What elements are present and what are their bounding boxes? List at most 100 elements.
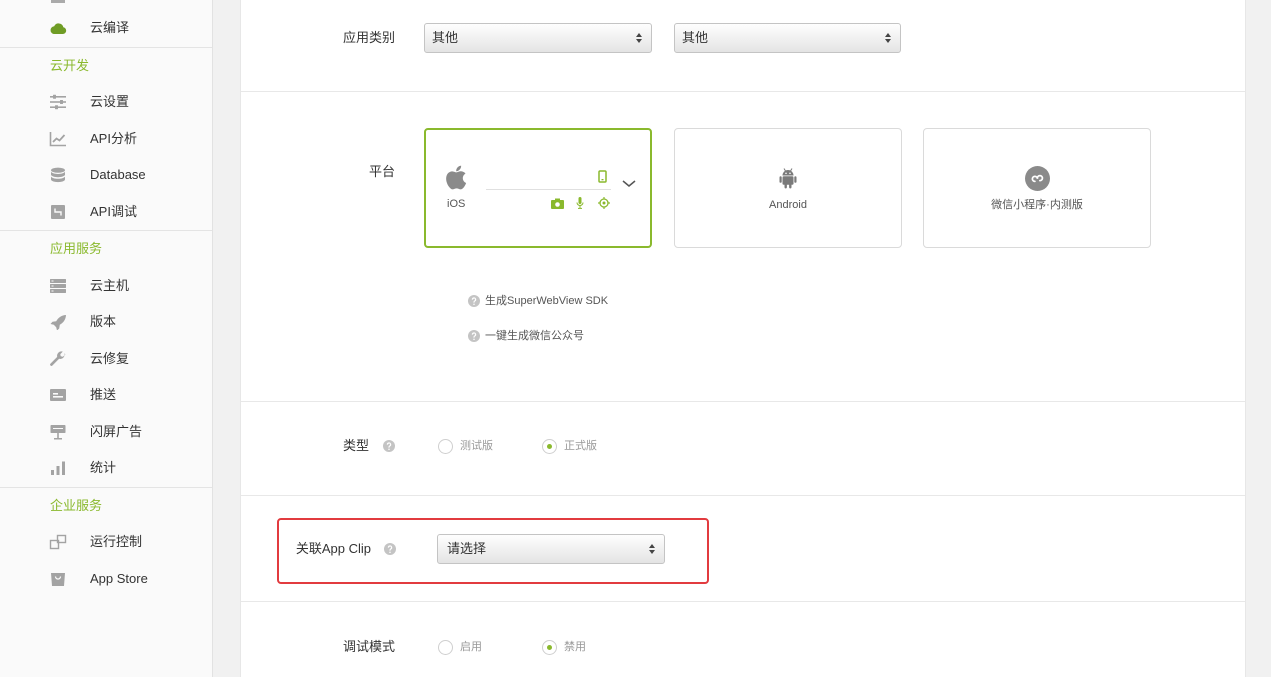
sidebar-item-label: API分析 — [90, 130, 137, 146]
phone-icon[interactable] — [598, 170, 607, 183]
help-icon[interactable] — [468, 330, 480, 342]
sidebar-item-version[interactable]: 版本 — [0, 304, 212, 341]
radio-circle — [438, 640, 453, 655]
type-row: 类型 测试版 正式版 — [241, 402, 1245, 496]
camera-icon[interactable] — [551, 198, 564, 209]
location-icon[interactable] — [598, 197, 610, 209]
select-value: 其他 — [432, 30, 459, 45]
chevron-down-icon[interactable] — [622, 180, 636, 188]
app-category-label: 应用类别 — [342, 30, 395, 45]
debug-radio-disable[interactable]: 禁用 — [542, 638, 622, 656]
sidebar-item-cloud-settings[interactable]: 云设置 — [0, 84, 212, 121]
sidebar-section-title: 企业服务 — [50, 497, 103, 513]
help-icon[interactable] — [383, 440, 395, 452]
rocket-icon — [49, 314, 67, 331]
sidebar-item-push[interactable]: 推送 — [0, 377, 212, 414]
platform-card-ios[interactable]: iOS — [424, 128, 652, 248]
sidebar-section-enterprise: 企业服务 运行控制 App Store — [0, 486, 212, 598]
sidebar-item-cloud-fix[interactable]: 云修复 — [0, 341, 212, 378]
platform-card-android[interactable]: Android — [674, 128, 902, 248]
generate-wechat-account-link[interactable]: 一键生成微信公众号 — [468, 327, 668, 345]
type-radio-test[interactable]: 测试版 — [438, 437, 518, 455]
database-icon — [49, 167, 67, 183]
platform-card-name: iOS — [447, 198, 466, 210]
android-icon — [778, 166, 798, 190]
sidebar-top-partial — [0, 0, 212, 10]
main-panel: 应用类别 其他 其他 平台 iOS Android 微信小程序·内测版 生成Su… — [240, 0, 1246, 677]
app-category-row: 应用类别 其他 其他 — [241, 0, 1245, 92]
bar-chart-icon — [49, 460, 67, 476]
help-icon[interactable] — [384, 543, 396, 555]
app-category-select-secondary[interactable]: 其他 — [674, 23, 901, 53]
sidebar-section-app-services: 应用服务 云主机 版本 云修复 推送 闪屏广告 统计 — [0, 230, 212, 487]
card-divider — [486, 189, 611, 190]
link-text: 生成SuperWebView SDK — [485, 295, 609, 307]
select-value: 请选择 — [447, 541, 487, 556]
select-value: 其他 — [682, 30, 709, 45]
debug-mode-row: 调试模式 启用 禁用 — [241, 602, 1245, 677]
sidebar-item-label: API调试 — [90, 203, 137, 219]
platform-card-name: Android — [769, 199, 807, 211]
wrench-icon — [49, 351, 67, 367]
push-icon — [49, 387, 67, 403]
sidebar-section-title: 云开发 — [50, 57, 90, 73]
type-radio-release[interactable]: 正式版 — [542, 437, 622, 455]
type-label: 类型 — [342, 438, 369, 453]
sidebar-item-label: Database — [90, 167, 146, 183]
sidebar-item-run-control[interactable]: 运行控制 — [0, 524, 212, 561]
app-clip-row: 关联App Clip 请选择 — [241, 496, 1245, 602]
run-control-icon — [49, 534, 67, 550]
mini-program-icon — [1025, 166, 1050, 191]
sidebar-item-label: 闪屏广告 — [90, 423, 143, 439]
app-clip-label: 关联App Clip — [295, 541, 371, 556]
debug-mode-label: 调试模式 — [342, 639, 395, 654]
apple-icon — [444, 165, 467, 190]
sidebar-item-label: 云设置 — [90, 94, 130, 110]
sidebar-item-api-debug[interactable]: API调试 — [0, 194, 212, 231]
help-icon[interactable] — [468, 295, 480, 307]
radio-circle — [438, 439, 453, 454]
radio-circle — [542, 640, 557, 655]
sidebar-item-label: 推送 — [90, 387, 117, 403]
chart-icon — [49, 131, 67, 147]
sidebar: 云编译 云开发 云设置 API分析 Database API调试 应用服务 云主… — [0, 0, 213, 677]
api-debug-icon — [49, 204, 67, 220]
sidebar-section-cloud-dev: 云开发 云设置 API分析 Database API调试 — [0, 46, 212, 231]
link-text: 一键生成微信公众号 — [485, 330, 584, 342]
sliders-icon — [49, 94, 67, 110]
cloud-icon — [49, 20, 67, 36]
mic-icon[interactable] — [576, 197, 584, 209]
select-arrows-icon — [649, 544, 655, 554]
sidebar-item-label: 版本 — [90, 314, 117, 330]
radio-label: 禁用 — [564, 641, 586, 653]
sidebar-item-label: 运行控制 — [90, 534, 143, 550]
sidebar-item-splash-ad[interactable]: 闪屏广告 — [0, 414, 212, 451]
sidebar-item-app-store[interactable]: App Store — [0, 561, 212, 598]
app-store-icon — [49, 571, 67, 587]
sidebar-item-cloud-build[interactable]: 云编译 — [0, 10, 212, 47]
sidebar-item-cloud-host[interactable]: 云主机 — [0, 268, 212, 305]
debug-radio-enable[interactable]: 启用 — [438, 638, 518, 656]
platform-row: 平台 iOS Android 微信小程序·内测版 生成SuperWebView … — [241, 92, 1245, 402]
sidebar-item-statistics[interactable]: 统计 — [0, 450, 212, 487]
sidebar-item-database[interactable]: Database — [0, 157, 212, 194]
platform-label: 平台 — [368, 164, 395, 179]
app-clip-select[interactable]: 请选择 — [437, 534, 665, 564]
radio-label: 正式版 — [564, 440, 597, 452]
radio-label: 启用 — [460, 641, 482, 653]
sidebar-item-api-analysis[interactable]: API分析 — [0, 121, 212, 158]
app-category-select-primary[interactable]: 其他 — [424, 23, 652, 53]
server-icon — [49, 278, 67, 294]
sidebar-item-label: 云主机 — [90, 277, 130, 293]
select-arrows-icon — [885, 33, 891, 43]
platform-card-name: 微信小程序·内测版 — [991, 199, 1083, 211]
radio-label: 测试版 — [460, 440, 493, 452]
ad-board-icon — [49, 424, 67, 440]
platform-card-mini-program[interactable]: 微信小程序·内测版 — [923, 128, 1151, 248]
generate-sdk-link[interactable]: 生成SuperWebView SDK — [468, 292, 668, 310]
sidebar-section-title: 应用服务 — [50, 241, 103, 256]
partial-menu-icon — [51, 0, 65, 3]
radio-circle — [542, 439, 557, 454]
sidebar-item-label: App Store — [90, 570, 148, 586]
sidebar-item-label: 云编译 — [90, 20, 130, 36]
